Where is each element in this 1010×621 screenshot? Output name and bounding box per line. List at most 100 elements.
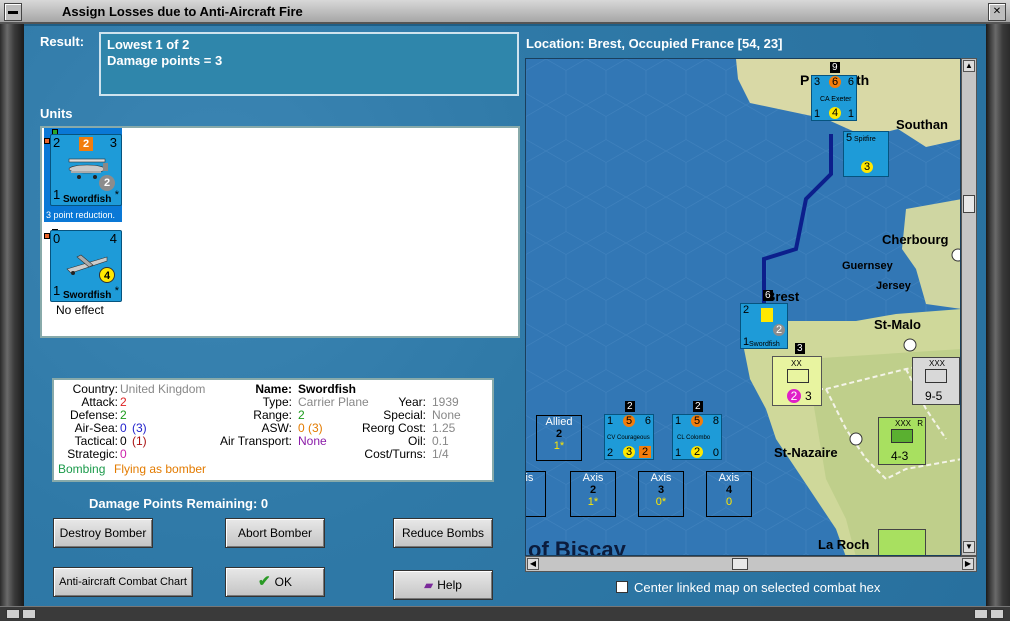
center-linked-label: Center linked map on selected combat hex [634, 580, 881, 595]
result-line-1: Lowest 1 of 2 [107, 37, 190, 52]
close-icon[interactable]: ✕ [988, 3, 1006, 21]
ok-button[interactable]: ✔ OK [225, 567, 325, 597]
scroll-left-icon[interactable]: ◀ [527, 558, 539, 570]
strategic-value: 0 [120, 447, 127, 461]
sea-box-sub: * [526, 496, 545, 508]
map-unit-partial[interactable] [878, 529, 926, 555]
type-label: Type: [262, 395, 292, 409]
scroll-thumb[interactable] [963, 195, 975, 213]
unit-val: 0 [712, 447, 719, 459]
cost-label: Cost/Turns: [364, 447, 426, 461]
unit-val: 2 [639, 446, 651, 458]
infantry-icon [787, 369, 809, 383]
year-label: Year: [398, 395, 426, 409]
sea-box-num: 2 [555, 428, 563, 440]
unit-val: 5 [691, 415, 703, 427]
counter-top-right: 4 [109, 231, 117, 246]
place-bay-of-biscay: of Biscay [528, 537, 627, 556]
help-button[interactable]: ▰ Help [393, 570, 493, 600]
aa-combat-chart-button[interactable]: Anti-aircraft Combat Chart [53, 567, 193, 597]
help-label: Help [437, 578, 462, 592]
destroy-bomber-button[interactable]: Destroy Bomber [53, 518, 153, 548]
unit-counter-selected[interactable]: 2 2 3 2 1 Swordfish * 3 point reduction. [42, 128, 126, 224]
map-unit-spitfire[interactable]: 5 Spitfire 3 [843, 131, 889, 177]
place-cherbourg: Cherbourg [882, 232, 949, 247]
mode-flying-as-bomber: Flying as bomber [114, 462, 207, 476]
result-line-2: Damage points = 3 [107, 53, 223, 68]
unit-name: Spitfire [854, 136, 876, 143]
infantry-icon [925, 369, 947, 383]
unit-name: Swordfish [749, 341, 780, 348]
scroll-thumb[interactable] [732, 558, 748, 570]
sea-box-axis-1[interactable]: Axis 1 * [526, 471, 546, 517]
sea-box-axis-4[interactable]: Axis 4 0 [706, 471, 752, 517]
unit-val: 1 [675, 415, 682, 427]
sea-box-allied[interactable]: Allied 2 1* [536, 415, 582, 461]
map-unit-swordfish[interactable]: 6 2 2 1 Swordfish [740, 290, 788, 349]
result-label: Result: [40, 34, 85, 49]
attack-label: Attack: [81, 395, 118, 409]
attack-value: 2 [120, 395, 127, 409]
center-linked-checkbox[interactable] [616, 581, 628, 593]
linked-map[interactable]: P th Southan Cherbourg Guernsey Jersey B… [525, 58, 961, 556]
abort-bomber-button[interactable]: Abort Bomber [225, 518, 325, 548]
result-box: Lowest 1 of 2 Damage points = 3 [99, 32, 519, 96]
name-value: Swordfish [298, 382, 357, 396]
place-guernsey: Guernsey [842, 260, 894, 272]
airsea-paren: (3) [132, 421, 147, 435]
city-icon [849, 432, 863, 446]
sea-box-side: Axis [718, 472, 740, 484]
counter-star: * [114, 285, 119, 297]
scroll-up-icon[interactable]: ▲ [963, 60, 975, 72]
help-book-icon: ▰ [424, 578, 434, 592]
map-unit-axis-corps-green[interactable]: XXX R 4-3 [878, 417, 926, 465]
unit-val: 9-5 [925, 389, 943, 403]
unit-val: 3 [861, 161, 873, 173]
map-unit-cv-courageous[interactable]: 2 1 5 6 CV Courageous 2 3 2 [604, 401, 654, 460]
map-unit-army-xx[interactable]: 3 XX 2 3 [772, 343, 822, 406]
sea-box-side: Axis [582, 472, 604, 484]
tactical-value: 0 [120, 434, 127, 448]
swordfish-counter[interactable]: 2 2 3 2 1 Swordfish * [50, 134, 122, 206]
unit-corps: XX [791, 359, 802, 368]
reduce-bombs-button[interactable]: Reduce Bombs [393, 518, 493, 548]
map-unit-cl-colombo[interactable]: 2 1 5 8 CL Colombo 1 2 0 [672, 401, 722, 460]
place-southampton: Southan [896, 117, 948, 132]
airtransport-value: None [298, 434, 327, 448]
resize-grip-icon[interactable] [22, 609, 36, 619]
counter-badge: 4 [99, 267, 115, 283]
system-menu-icon[interactable]: ▬ [4, 3, 22, 21]
special-value: None [432, 408, 461, 422]
asw-value: 0 (3) [298, 421, 323, 435]
unit-val: 1 [607, 415, 614, 427]
place-la-rochelle: La Roch [818, 537, 869, 552]
unit-val: 2 [607, 447, 614, 459]
resize-grip-icon[interactable] [990, 609, 1004, 619]
reorg-value: 1.25 [432, 421, 456, 435]
unit-val: 6 [847, 76, 854, 88]
unit-val: 8 [712, 415, 719, 427]
resize-grip-icon[interactable] [974, 609, 988, 619]
map-unit-ca-exeter[interactable]: 9 3 6 6 CA Exeter 1 4 1 [811, 62, 857, 121]
sea-box-num: 3 [657, 484, 665, 496]
counter-attack: 2 [79, 137, 93, 151]
unit-val: 2 [787, 389, 801, 403]
scroll-down-icon[interactable]: ▼ [963, 541, 975, 553]
swordfish-counter[interactable]: 0 4 4 1 Swordfish * [50, 230, 122, 302]
map-horizontal-scrollbar[interactable]: ◀ ▶ [525, 556, 977, 572]
resize-grip-icon[interactable] [6, 609, 20, 619]
defense-value: 2 [120, 408, 127, 422]
sea-box-axis-3[interactable]: Axis 3 0* [638, 471, 684, 517]
unit-val: 2 [691, 446, 703, 458]
sea-box-axis-2[interactable]: Axis 2 1* [570, 471, 616, 517]
counter-top-left: 2 [53, 135, 61, 150]
unit-val: 5 [846, 132, 853, 144]
map-unit-axis-corps-grey[interactable]: XXX 9-5 [912, 357, 960, 405]
city-icon [903, 338, 917, 352]
scroll-right-icon[interactable]: ▶ [962, 558, 974, 570]
strategic-label: Strategic: [67, 447, 118, 461]
unit-top: 9 [830, 62, 840, 73]
ok-label: OK [274, 575, 292, 589]
map-vertical-scrollbar[interactable]: ▲ ▼ [961, 58, 977, 556]
mech-icon [891, 429, 913, 443]
